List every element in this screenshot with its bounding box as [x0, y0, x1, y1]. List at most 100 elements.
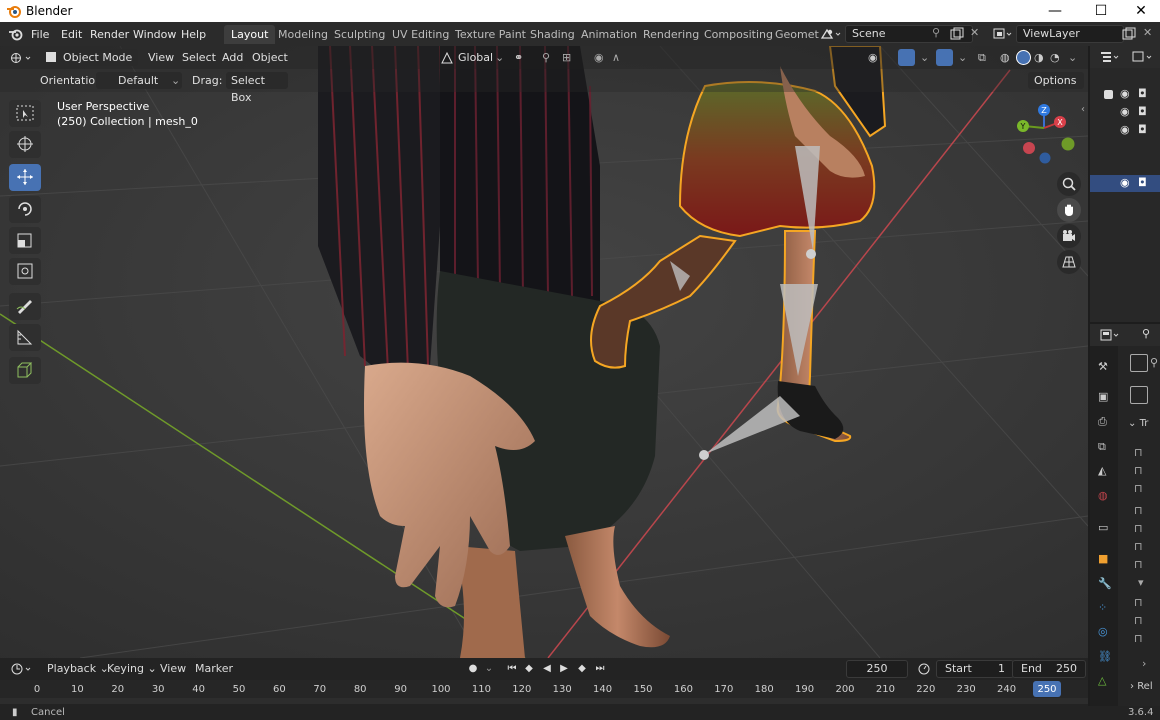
relations-section-header[interactable]: › Rel — [1130, 681, 1153, 692]
move-tool[interactable] — [9, 164, 41, 191]
timeline-editor-type-icon[interactable] — [10, 662, 34, 676]
pin-icon[interactable]: ⚲ — [932, 26, 940, 39]
new-view-layer-icon[interactable] — [1122, 27, 1136, 40]
jump-start-button[interactable]: ⏮ — [505, 662, 519, 676]
lock-icon[interactable]: ⊓ — [1134, 596, 1143, 609]
measure-tool[interactable] — [9, 324, 41, 351]
tab-sculpting[interactable]: Sculpting — [327, 25, 392, 44]
view-layer-field[interactable]: ViewLayer — [1016, 25, 1124, 43]
header-toggle-icon[interactable] — [1130, 354, 1148, 372]
camera-icon[interactable]: ◘ — [1138, 87, 1147, 100]
blender-menu-icon[interactable] — [8, 27, 24, 41]
menu-file[interactable]: File — [31, 28, 49, 41]
tab-geometry-nodes[interactable]: Geomet — [768, 25, 826, 44]
tab-rendering[interactable]: Rendering — [636, 25, 706, 44]
lock-icon[interactable]: ⊓ — [1134, 522, 1143, 535]
particles-tab-icon[interactable]: ⁘ — [1098, 601, 1107, 614]
jump-keyframe-back-button[interactable]: ◆ — [522, 662, 536, 676]
camera-icon[interactable]: ◘ — [1138, 123, 1147, 136]
physics-tab-icon[interactable]: ◎ — [1098, 625, 1108, 638]
options-dropdown[interactable]: Options — [1028, 72, 1084, 89]
menu-window[interactable]: Window — [133, 28, 176, 41]
cursor-tool[interactable] — [9, 131, 41, 158]
transform-space-dropdown[interactable]: Global — [458, 49, 493, 66]
scale-tool[interactable] — [9, 227, 41, 254]
render-tab-icon[interactable]: ▣ — [1098, 390, 1108, 403]
properties-editor-type-icon[interactable] — [1100, 329, 1122, 341]
view-layer-selector-icon[interactable] — [992, 27, 1014, 41]
data-tab-icon[interactable]: △ — [1098, 674, 1106, 687]
transform-tool[interactable] — [9, 258, 41, 285]
tab-layout[interactable]: Layout — [224, 25, 276, 44]
select-box-tool[interactable] — [9, 100, 41, 127]
menu-help[interactable]: Help — [181, 28, 206, 41]
eye-icon[interactable]: ◉ — [1120, 87, 1130, 100]
snap-icon[interactable]: ⚲ — [542, 49, 550, 66]
constraints-tab-icon[interactable]: ⛓ — [1098, 650, 1112, 663]
output-tab-icon[interactable]: ⎙ — [1098, 415, 1107, 429]
transform-section-header[interactable]: ⌄ Tr — [1128, 418, 1148, 429]
editor-type-icon[interactable] — [10, 51, 34, 65]
timeline-view-menu[interactable]: View — [160, 662, 186, 675]
chevron-right-icon[interactable]: › — [1142, 657, 1146, 670]
drag-dropdown[interactable]: Select Box — [226, 72, 288, 104]
collection-tab-icon[interactable]: ▭ — [1098, 521, 1108, 534]
annotate-tool[interactable] — [9, 293, 41, 320]
menu-view[interactable]: View — [148, 49, 174, 66]
3d-viewport[interactable]: Object Mode View Select Add Object Globa… — [0, 46, 1088, 658]
object-tab-icon[interactable]: ■ — [1098, 552, 1108, 565]
orientation-dropdown[interactable]: Default ⌄ — [96, 72, 182, 89]
new-scene-icon[interactable] — [950, 27, 964, 40]
wireframe-shading-icon[interactable]: ◍ — [1000, 49, 1010, 66]
eye-icon[interactable]: ◉ — [1120, 123, 1130, 136]
tab-modeling[interactable]: Modeling — [271, 25, 335, 44]
lock-icon[interactable]: ⊓ — [1134, 558, 1143, 571]
collection-checkbox[interactable] — [1104, 90, 1113, 99]
material-preview-icon[interactable]: ◑ — [1034, 49, 1044, 66]
end-frame-field[interactable]: End 250 — [1012, 660, 1086, 678]
play-reverse-button[interactable]: ◀ — [540, 662, 554, 676]
start-frame-field[interactable]: Start 1 — [936, 660, 1014, 678]
rendered-shading-icon[interactable]: ◔ — [1050, 49, 1060, 66]
lock-icon[interactable]: ⊓ — [1134, 632, 1143, 645]
play-button[interactable]: ▶ — [557, 662, 571, 676]
menu-add[interactable]: Add — [222, 49, 243, 66]
outliner-filter-icon[interactable] — [1132, 51, 1156, 63]
tool-tab-icon[interactable]: ⚒ — [1098, 360, 1108, 373]
delete-scene-icon[interactable]: ✕ — [970, 26, 979, 39]
scene-selector-icon[interactable] — [820, 27, 842, 41]
tab-uv-editing[interactable]: UV Editing — [385, 25, 456, 44]
dropdown-arrow-icon[interactable]: ▾ — [1138, 576, 1144, 589]
eye-icon[interactable]: ◉ — [1120, 176, 1130, 189]
delete-view-layer-icon[interactable]: ✕ — [1143, 26, 1152, 39]
rotate-tool[interactable] — [9, 196, 41, 223]
tab-animation[interactable]: Animation — [574, 25, 644, 44]
lock-icon[interactable]: ⊓ — [1134, 482, 1143, 495]
menu-render[interactable]: Render — [90, 28, 129, 41]
close-button[interactable]: ✕ — [1118, 0, 1160, 22]
snap-target-icon[interactable]: ⊞ — [562, 49, 571, 66]
view-layer-tab-icon[interactable]: ⧉ — [1098, 440, 1106, 454]
lock-icon[interactable]: ⊓ — [1134, 446, 1143, 459]
eye-icon[interactable]: ◉ — [1120, 105, 1130, 118]
camera-view-button[interactable] — [1057, 224, 1081, 248]
lock-icon[interactable]: ⊓ — [1134, 504, 1143, 517]
modifier-tab-icon[interactable]: 🔧 — [1098, 577, 1112, 590]
world-tab-icon[interactable]: ◍ — [1098, 489, 1108, 502]
jump-keyframe-forward-button[interactable]: ◆ — [575, 662, 589, 676]
stopwatch-icon[interactable] — [917, 661, 931, 675]
chevron-down-icon[interactable]: ⌄ — [482, 662, 496, 676]
pin-icon[interactable]: ⚲ — [1150, 356, 1158, 369]
lock-icon[interactable]: ⊓ — [1134, 540, 1143, 553]
menu-object[interactable]: Object — [252, 49, 288, 66]
perspective-toggle-button[interactable] — [1057, 250, 1081, 274]
pan-button[interactable] — [1057, 198, 1081, 222]
overlay-toggle-icon[interactable] — [936, 49, 953, 66]
current-frame-field[interactable]: 250 — [846, 660, 908, 678]
lock-icon[interactable]: ⊓ — [1134, 464, 1143, 477]
tab-texture-paint[interactable]: Texture Paint — [448, 25, 533, 44]
pivot-point-icon[interactable]: ⚭ — [514, 49, 523, 66]
navigation-gizmo[interactable]: Z X Y — [1010, 102, 1086, 172]
minimize-button[interactable]: — — [1032, 0, 1078, 22]
visibility-icon[interactable]: ◉ — [868, 49, 878, 66]
